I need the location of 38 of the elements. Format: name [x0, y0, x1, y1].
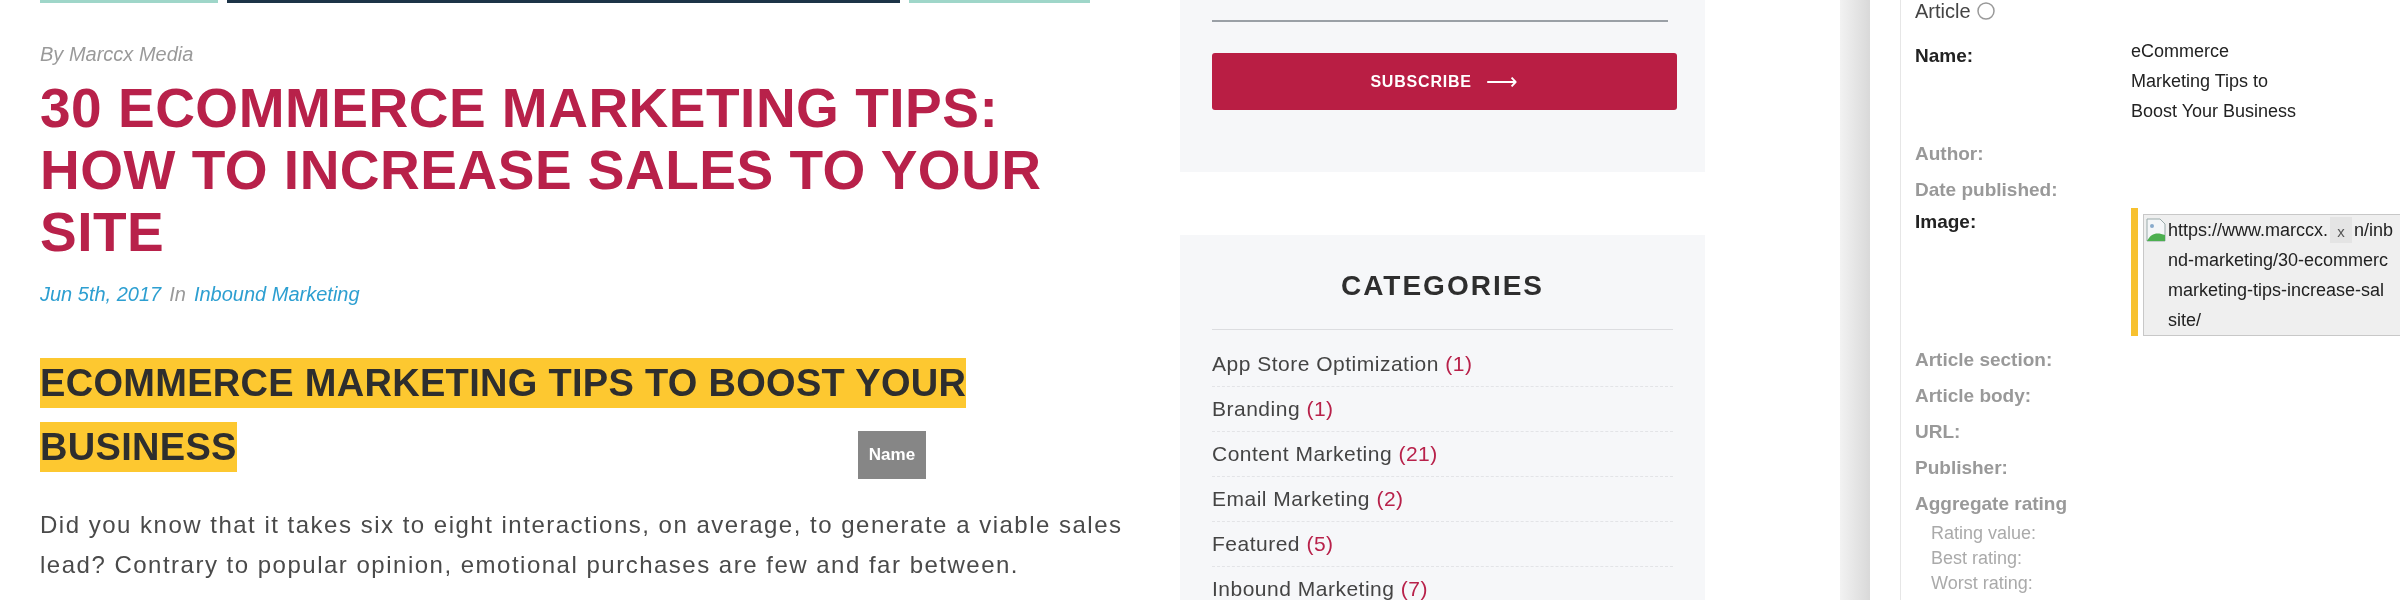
field-label: Rating value: — [1930, 522, 2038, 545]
field-label: Article section: — [1915, 348, 2054, 372]
article-paragraph: Did you know that it takes six to eight interactions, on average, to generate a viable sales lead? Contrary to popular opinion, emotional purchases are few and far between. — [40, 510, 1124, 580]
category-link[interactable]: Email Marketing (2) — [1212, 483, 1404, 515]
type-label: Article — [1915, 0, 1971, 24]
category-link[interactable]: Content Marketing (21) — [1212, 438, 1438, 470]
field-label: Aggregate rating — [1915, 492, 2069, 516]
broken-image-icon — [2146, 218, 2166, 242]
tooltip: Name — [858, 431, 926, 479]
category-link[interactable]: Branding (1) — [1212, 393, 1334, 425]
info-icon[interactable] — [1976, 2, 1995, 20]
article-title: 30 ECOMMERCE MARKETING TIPS: HOW TO INCREASE SALES TO YOUR SITE — [40, 77, 1043, 263]
image-url: nd-marketing/30-ecommerc — [2167, 249, 2390, 272]
field-label: Best rating: — [1930, 547, 2024, 570]
image-url: site/ — [2167, 309, 2202, 332]
field-value: eCommerce — [2131, 40, 2231, 63]
in-label: In — [169, 282, 186, 307]
field-label: Worst rating: — [1930, 572, 2034, 595]
category-link[interactable]: Inbound Marketing (7) — [1212, 573, 1428, 600]
subscribe-button[interactable]: SUBSCRIBE ⟶ — [1212, 53, 1677, 110]
field-label: Author: — [1915, 142, 1985, 166]
field-label: Image: — [1915, 210, 1978, 234]
category-link[interactable]: Featured (5) — [1212, 528, 1334, 560]
field-label: URL: — [1915, 420, 1962, 444]
categories-title: CATEGORIES — [1340, 269, 1545, 303]
image-url: n/inb — [2354, 219, 2394, 242]
field-value: Boost Your Business — [2131, 100, 2297, 123]
image-url: https://www.marccx. — [2168, 219, 2329, 242]
category-link[interactable]: App Store Optimization (1) — [1212, 348, 1473, 380]
post-date: Jun 5th, 2017 — [40, 282, 162, 307]
field-value: Marketing Tips to — [2131, 70, 2270, 93]
close-button[interactable]: x — [2330, 217, 2353, 243]
byline: By Marccx Media — [40, 42, 194, 67]
field-label: Name: — [1915, 44, 1975, 68]
field-label: Publisher: — [1915, 456, 2009, 480]
field-label: Article body: — [1915, 384, 2033, 408]
image-url: marketing-tips-increase-sal — [2167, 279, 2386, 302]
field-label: Date published: — [1915, 178, 2059, 202]
